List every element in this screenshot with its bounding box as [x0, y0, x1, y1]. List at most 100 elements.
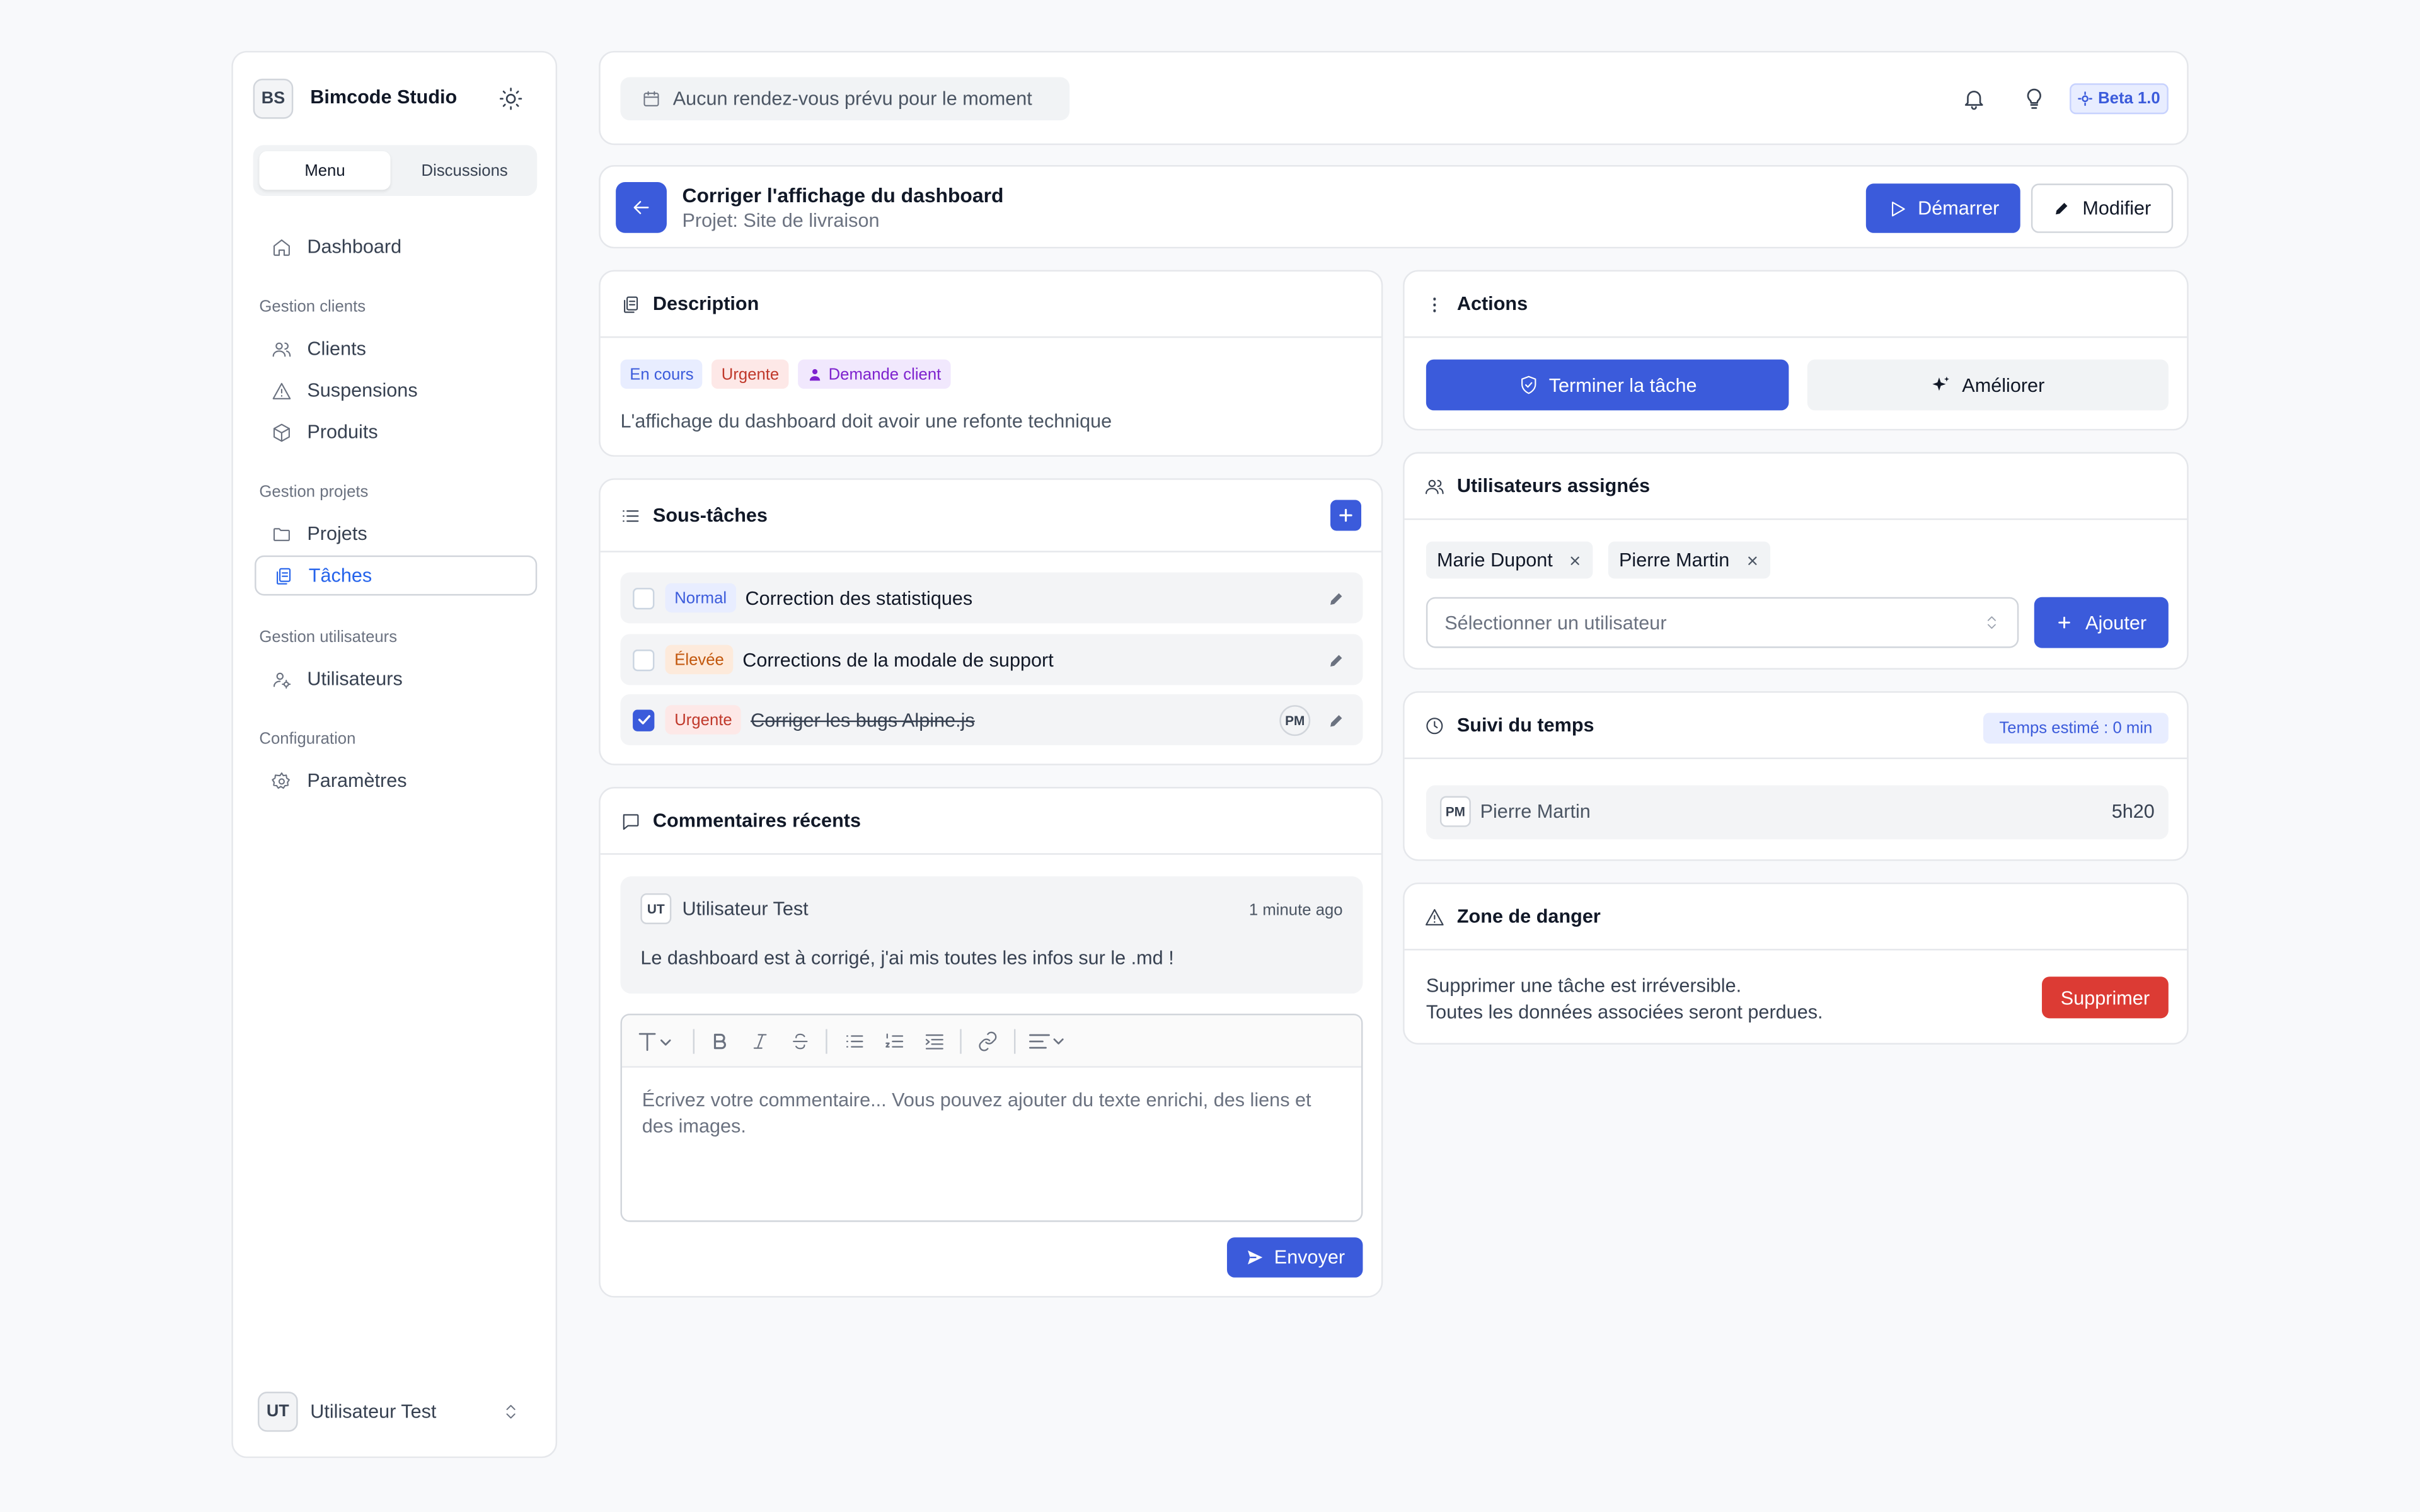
add-subtask-button[interactable]	[1330, 500, 1362, 531]
sidebar-item-taches[interactable]: Tâches	[255, 555, 538, 596]
warning-icon	[1426, 908, 1444, 925]
align-icon[interactable]	[1028, 1031, 1068, 1052]
start-button[interactable]: Démarrer	[1865, 183, 2020, 233]
tab-menu[interactable]: Menu	[259, 151, 391, 190]
package-icon	[273, 423, 290, 442]
sidebar-item-parametres[interactable]: Paramètres	[255, 760, 537, 801]
sidebar-item-label: Suspensions	[307, 379, 418, 401]
pencil-icon[interactable]	[1327, 711, 1345, 729]
sidebar-item-utilisateurs[interactable]: Utilisateurs	[255, 659, 537, 699]
copy-icon	[624, 295, 638, 312]
divider	[826, 1029, 827, 1054]
clock-icon	[1426, 717, 1443, 734]
gear-icon	[272, 771, 290, 788]
chevron-updown-icon	[1987, 616, 1996, 629]
actions-card: Actions Terminer la tâche Améliorer	[1403, 270, 2189, 431]
subtask-item[interactable]: Élevée Corrections de la modale de suppo…	[620, 634, 1363, 685]
subtask-checkbox[interactable]	[633, 709, 655, 731]
sidebar-item-label: Clients	[307, 338, 366, 360]
description-header: Description	[600, 272, 1381, 338]
status-badge: En cours	[620, 359, 703, 389]
theme-toggle-sun-icon[interactable]	[498, 86, 523, 111]
warning-icon	[272, 382, 291, 399]
danger-zone-header: Zone de danger	[1404, 884, 2187, 951]
sidebar-item-dashboard[interactable]: Dashboard	[255, 227, 537, 267]
tab-discussions[interactable]: Discussions	[398, 151, 531, 190]
sidebar-item-label: Produits	[307, 421, 378, 443]
bold-icon[interactable]	[710, 1031, 730, 1052]
beta-badge: Beta 1.0	[2070, 83, 2169, 115]
time-entry: PM Pierre Martin 5h20	[1426, 785, 2169, 840]
subtask-item[interactable]: Normal Correction des statistiques	[620, 572, 1363, 624]
assigned-user-chip: Marie Dupont	[1426, 541, 1593, 579]
nav-group-users: Gestion utilisateurs	[259, 627, 398, 647]
assigned-users-card: Utilisateurs assignés Marie Dupont Pierr…	[1403, 452, 2189, 670]
danger-warning: Supprimer une tâche est irréversible. To…	[1426, 973, 1823, 1026]
more-vertical-icon	[1433, 297, 1436, 312]
plus-icon	[2058, 616, 2071, 629]
task-project: Projet: Site de livraison	[682, 210, 880, 232]
type-badge: Demande client	[797, 359, 951, 389]
task-title: Corriger l'affichage du dashboard	[682, 183, 1004, 207]
sidebar-item-projets[interactable]: Projets	[255, 514, 537, 554]
finish-task-button[interactable]: Terminer la tâche	[1426, 359, 1789, 411]
comment-input[interactable]: Écrivez votre commentaire... Vous pouvez…	[642, 1088, 1344, 1140]
users-icon	[1426, 479, 1444, 494]
chevron-updown-icon[interactable]	[502, 1402, 520, 1421]
subtask-checkbox[interactable]	[633, 648, 655, 671]
indent-icon[interactable]	[923, 1031, 947, 1052]
sidebar-item-clients[interactable]: Clients	[255, 329, 537, 369]
sidebar-item-suspensions[interactable]: Suspensions	[255, 370, 537, 411]
subtask-item[interactable]: Urgente Corriger les bugs Alpine.js PM	[620, 694, 1363, 745]
close-icon[interactable]	[1745, 553, 1759, 567]
send-button[interactable]: Envoyer	[1226, 1237, 1363, 1278]
actions-header: Actions	[1404, 272, 2187, 338]
subtasks-card: Sous-tâches Normal Correction des statis…	[599, 478, 1383, 765]
assignee-avatar: PM	[1279, 705, 1311, 736]
close-icon[interactable]	[1568, 553, 1582, 567]
danger-line-2: Toutes les données associées seront perd…	[1426, 1001, 1823, 1023]
user-cog-icon	[273, 672, 291, 688]
link-icon[interactable]	[976, 1031, 1000, 1052]
improve-button[interactable]: Améliorer	[1807, 359, 2169, 411]
sidebar-item-label: Dashboard	[307, 236, 402, 258]
subtask-checkbox[interactable]	[633, 587, 655, 609]
sidebar-item-produits[interactable]: Produits	[255, 412, 537, 452]
danger-zone-card: Zone de danger Supprimer une tâche est i…	[1403, 882, 2189, 1045]
user-select[interactable]: Sélectionner un utilisateur	[1426, 597, 2019, 648]
subtasks-header: Sous-tâches	[600, 480, 1381, 553]
edit-button[interactable]: Modifier	[2031, 183, 2174, 233]
sidebar-item-label: Paramètres	[307, 770, 407, 792]
arrow-left-icon	[633, 200, 649, 214]
bell-icon[interactable]	[1962, 86, 1986, 111]
time-entry-name: Pierre Martin	[1480, 801, 1591, 823]
appointments-notice[interactable]: Aucun rendez-vous prévu pour le moment	[620, 77, 1070, 121]
avatar: UT	[640, 893, 672, 924]
text-size-icon[interactable]	[637, 1031, 674, 1052]
delete-button[interactable]: Supprimer	[2042, 976, 2169, 1019]
lightbulb-icon[interactable]	[2022, 86, 2046, 111]
appointments-text: Aucun rendez-vous prévu pour le moment	[672, 88, 1032, 110]
top-bar: Aucun rendez-vous prévu pour le moment B…	[599, 50, 2189, 146]
sidebar-tabs: Menu Discussions	[253, 145, 538, 197]
time-entry-duration: 5h20	[2111, 801, 2155, 823]
pencil-icon[interactable]	[1327, 588, 1345, 607]
comment-time: 1 minute ago	[1248, 901, 1343, 920]
add-user-button[interactable]: Ajouter	[2034, 597, 2169, 648]
italic-icon[interactable]	[750, 1031, 770, 1052]
comments-header: Commentaires récents	[600, 788, 1381, 855]
message-icon	[623, 813, 639, 829]
bullet-list-icon[interactable]	[843, 1031, 866, 1052]
comment-item: UT Utilisateur Test 1 minute ago Le dash…	[620, 876, 1363, 994]
numbered-list-icon[interactable]	[883, 1031, 906, 1052]
description-tags: En cours Urgente Demande client	[620, 359, 951, 389]
sidebar: BS Bimcode Studio Menu Discussions Dashb…	[231, 50, 558, 1458]
user-name: Utilisateur Test	[310, 1400, 437, 1423]
strikethrough-icon[interactable]	[790, 1031, 810, 1052]
brand-avatar: BS	[253, 78, 294, 119]
assigned-users-header: Utilisateurs assignés	[1404, 454, 2187, 520]
home-icon	[273, 238, 290, 255]
pencil-icon[interactable]	[1327, 650, 1345, 668]
calendar-icon	[643, 91, 659, 106]
back-button[interactable]	[616, 181, 667, 233]
